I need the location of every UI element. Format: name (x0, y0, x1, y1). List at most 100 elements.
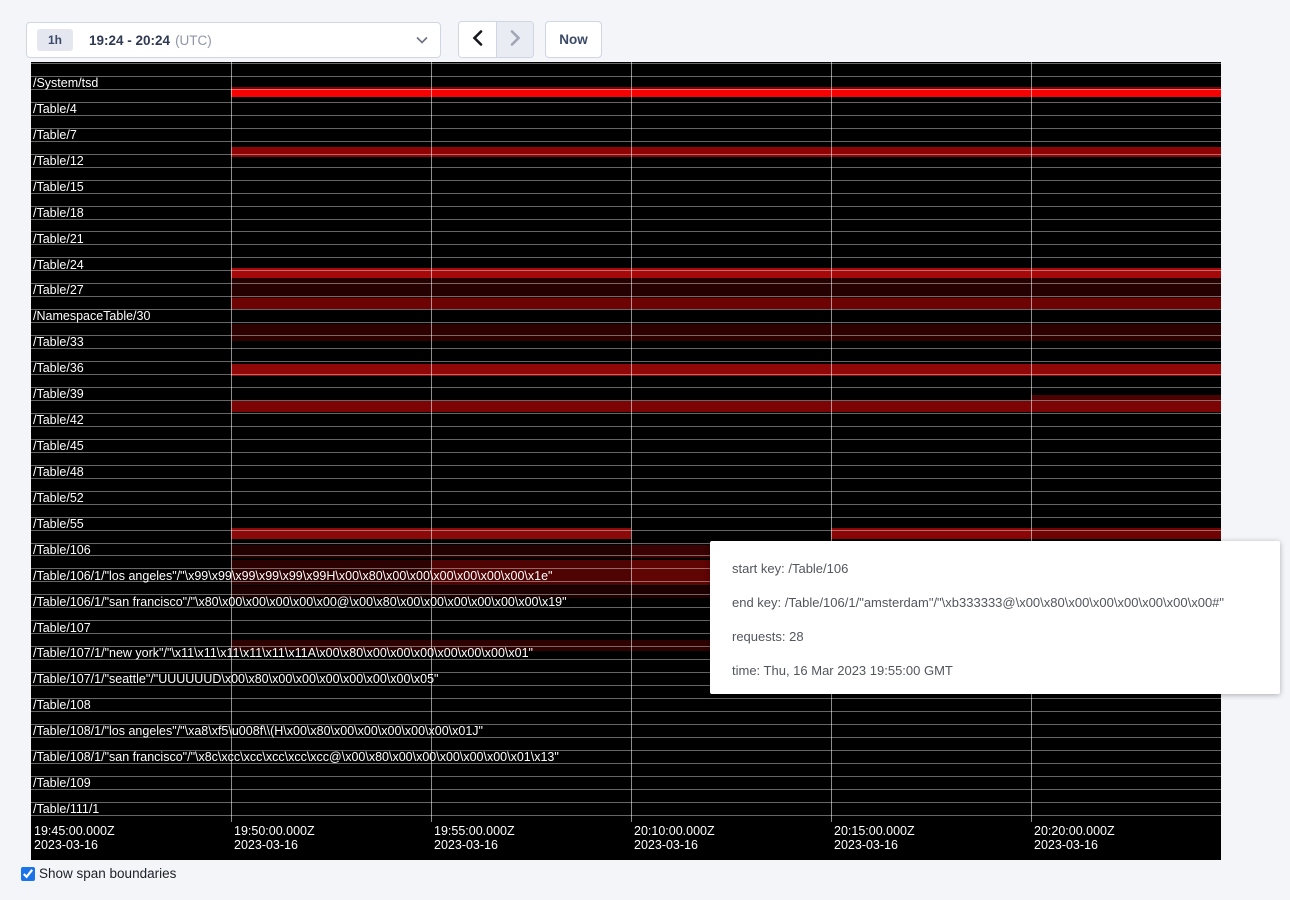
span-boundary-line (31, 167, 1221, 168)
span-boundary-line (31, 206, 1221, 207)
show-span-boundaries-control[interactable]: Show span boundaries (21, 866, 176, 881)
span-boundary-line (31, 115, 1221, 116)
row-label: /NamespaceTable/30 (33, 308, 150, 324)
span-boundary-line (31, 711, 1221, 712)
x-axis-tick: 19:45:00.000Z2023-03-16 (34, 824, 115, 852)
span-boundary-line (31, 128, 1221, 129)
span-boundary-line (31, 387, 1221, 388)
x-tick-date: 2023-03-16 (434, 838, 515, 852)
span-boundary-line (31, 270, 1221, 271)
row-label: /Table/18 (33, 205, 84, 221)
heatmap-band (231, 278, 1221, 298)
x-tick-date: 2023-03-16 (234, 838, 315, 852)
row-label: /Table/4 (33, 101, 77, 117)
x-tick-time: 19:45:00.000Z (34, 824, 115, 838)
tooltip-start-key: start key: /Table/106 (732, 552, 1280, 586)
span-boundary-line (31, 102, 1221, 103)
span-boundary-line (31, 244, 1221, 245)
tooltip-end-key: end key: /Table/106/1/"amsterdam"/"\xb33… (732, 586, 1280, 620)
row-label: /Table/107/1/"seattle"/"UUUUUUD\x00\x80\… (33, 671, 438, 687)
x-axis-tick: 20:20:00.000Z2023-03-16 (1034, 824, 1115, 852)
time-gridline (231, 62, 232, 822)
chevron-left-icon (472, 30, 483, 49)
span-boundary-line (31, 219, 1221, 220)
next-interval-button[interactable] (496, 22, 533, 57)
hover-tooltip: start key: /Table/106 end key: /Table/10… (710, 541, 1280, 694)
row-label: /Table/24 (33, 257, 84, 273)
row-label: /Table/33 (33, 334, 84, 350)
span-boundary-line (31, 76, 1221, 77)
chevron-right-icon (510, 30, 521, 49)
row-label: /Table/45 (33, 438, 84, 454)
row-label: /Table/52 (33, 490, 84, 506)
x-tick-time: 20:20:00.000Z (1034, 824, 1115, 838)
row-label: /Table/106/1/"san francisco"/"\x80\x00\x… (33, 594, 567, 610)
heatmap-band (231, 324, 1221, 341)
key-visualizer-heatmap[interactable]: /System/tsd/Table/4/Table/7/Table/12/Tab… (31, 62, 1221, 860)
span-boundary-line (31, 802, 1221, 803)
row-label: /Table/107 (33, 620, 91, 636)
span-boundary-line (31, 478, 1221, 479)
x-tick-date: 2023-03-16 (834, 838, 915, 852)
span-boundary-line (31, 296, 1221, 297)
row-label: /Table/108/1/"san francisco"/"\x8c\xcc\x… (33, 749, 559, 765)
heatmap-band (231, 298, 1221, 309)
x-tick-date: 2023-03-16 (1034, 838, 1115, 852)
span-boundary-line (31, 504, 1221, 505)
x-tick-time: 19:55:00.000Z (434, 824, 515, 838)
previous-interval-button[interactable] (459, 22, 496, 57)
now-button[interactable]: Now (545, 21, 602, 58)
span-boundary-line (31, 180, 1221, 181)
span-boundary-line (31, 63, 1221, 64)
row-label: /Table/36 (33, 360, 84, 376)
row-label: /Table/7 (33, 127, 77, 143)
tooltip-requests: requests: 28 (732, 620, 1280, 654)
span-boundary-line (31, 89, 1221, 90)
heatmap-band (231, 147, 1221, 157)
show-span-boundaries-checkbox[interactable] (21, 867, 35, 881)
x-tick-time: 20:10:00.000Z (634, 824, 715, 838)
span-boundary-line (31, 400, 1221, 401)
span-boundary-line (31, 335, 1221, 336)
row-label: /Table/108 (33, 697, 91, 713)
x-tick-time: 19:50:00.000Z (234, 824, 315, 838)
span-boundary-line (31, 426, 1221, 427)
x-tick-date: 2023-03-16 (34, 838, 115, 852)
row-label: /Table/106 (33, 542, 91, 558)
span-boundary-line (31, 361, 1221, 362)
row-label: /Table/21 (33, 231, 84, 247)
span-boundary-line (31, 413, 1221, 414)
span-boundary-line (31, 231, 1221, 232)
row-label: /Table/55 (33, 516, 84, 532)
time-gridline (1031, 62, 1032, 822)
span-boundary-line (31, 141, 1221, 142)
row-label: /Table/107/1/"new york"/"\x11\x11\x11\x1… (33, 645, 533, 661)
span-boundary-line (31, 322, 1221, 323)
show-span-boundaries-label: Show span boundaries (39, 866, 176, 881)
chevron-down-icon (416, 36, 428, 44)
x-tick-date: 2023-03-16 (634, 838, 715, 852)
row-label: /Table/39 (33, 386, 84, 402)
time-window-badge: 1h (37, 29, 73, 51)
time-gridline (431, 62, 432, 822)
span-boundary-line (31, 257, 1221, 258)
span-boundary-line (31, 348, 1221, 349)
span-boundary-line (31, 776, 1221, 777)
row-label: /System/tsd (33, 75, 98, 91)
time-range-timezone: (UTC) (175, 33, 212, 48)
row-label: /Table/12 (33, 153, 84, 169)
x-axis-tick: 20:10:00.000Z2023-03-16 (634, 824, 715, 852)
span-boundary-line (31, 283, 1221, 284)
span-boundary-line (31, 491, 1221, 492)
row-label: /Table/15 (33, 179, 84, 195)
time-range-select[interactable]: 1h 19:24 - 20:24 (UTC) (26, 22, 441, 58)
tooltip-time: time: Thu, 16 Mar 2023 19:55:00 GMT (732, 654, 1280, 688)
heatmap-band (231, 401, 1221, 412)
row-label: /Table/106/1/"los angeles"/"\x99\x99\x99… (33, 568, 552, 584)
span-boundary-line (31, 452, 1221, 453)
row-label: /Table/27 (33, 282, 84, 298)
row-label: /Table/42 (33, 412, 84, 428)
x-axis-tick: 19:55:00.000Z2023-03-16 (434, 824, 515, 852)
span-boundary-line (31, 815, 1221, 816)
span-boundary-line (31, 698, 1221, 699)
